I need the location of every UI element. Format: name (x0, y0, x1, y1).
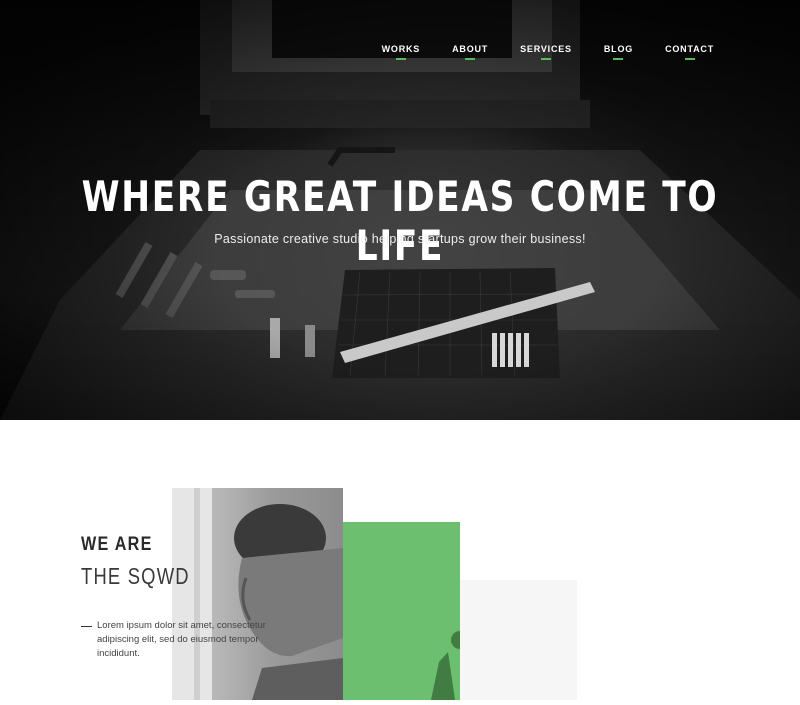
nav-item-blog[interactable]: BLOG (604, 44, 633, 60)
about-section: WE ARE THE SQWD Lorem ipsum dolor sit am… (0, 420, 800, 700)
hero-title: WHERE GREAT IDEAS COME TO LIFE (81, 172, 719, 270)
main-nav: WORKS ABOUT SERVICES BLOG CONTACT (382, 44, 714, 60)
green-accent-panel (343, 522, 469, 700)
dash-divider (81, 626, 92, 627)
section-heading-line1: WE ARE (81, 534, 153, 555)
nav-item-contact[interactable]: CONTACT (665, 44, 714, 60)
hero-subtitle: Passionate creative studio helping start… (214, 232, 586, 246)
nav-item-about[interactable]: ABOUT (452, 44, 488, 60)
hero-section: WORKS ABOUT SERVICES BLOG CONTACT WHERE … (0, 0, 800, 420)
nav-item-services[interactable]: SERVICES (520, 44, 572, 60)
light-gray-panel (460, 580, 577, 700)
team-portrait-image (172, 488, 343, 700)
about-body-text: Lorem ipsum dolor sit amet, consectetur … (97, 620, 266, 659)
section-heading-line2: THE SQWD (81, 563, 190, 589)
nav-item-works[interactable]: WORKS (382, 44, 421, 60)
